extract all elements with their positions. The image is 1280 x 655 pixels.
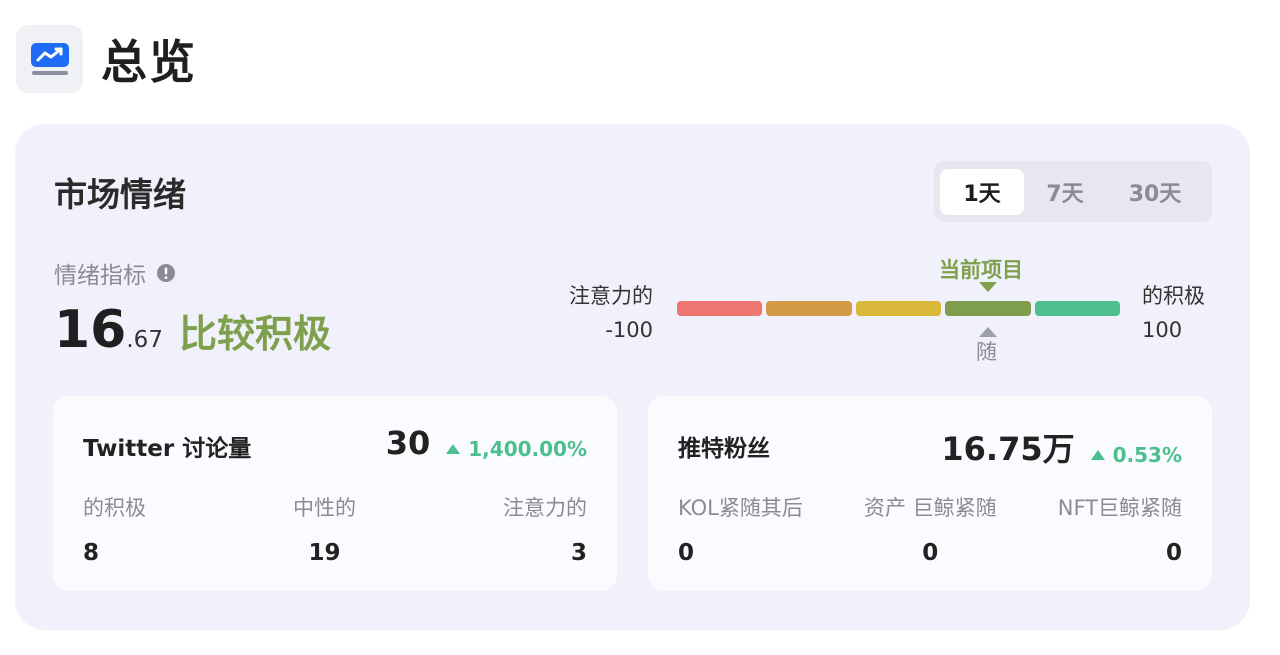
gauge-max-text: 的积极 — [1142, 284, 1205, 308]
page-title: 总览 — [101, 35, 197, 89]
sentiment-value-decimal: .67 — [126, 327, 163, 353]
stat-label: NFT巨鲸紧随 — [1057, 496, 1182, 520]
stat-label: 注意力的 — [503, 496, 587, 520]
gauge-min-text: 注意力的 — [569, 284, 653, 308]
gauge-segment-3 — [855, 301, 942, 316]
panel-title: 市场情绪 — [54, 175, 186, 214]
sentiment-indicator-label: 情绪指标 — [54, 256, 176, 290]
time-range-tabs: 1天 7天 30天 — [934, 161, 1212, 222]
stat-label: 资产 巨鲸紧随 — [863, 496, 997, 520]
tab-7-days[interactable]: 7天 — [1024, 169, 1106, 215]
stat-value: 19 — [308, 540, 341, 566]
stat-nft-whale-following: NFT巨鲸紧随 0 — [1058, 492, 1182, 566]
twitter-followers-card: 推特粉丝 16.75万 0.53% KOL紧随其后 0 资产 巨鲸紧随 0 NF… — [648, 396, 1212, 591]
gauge-current-label: 当前项目 — [939, 258, 1023, 282]
gauge-follow-label: 随 — [976, 340, 997, 364]
card-title: 推特粉丝 — [678, 436, 770, 462]
metric-value: 16.75万 — [941, 430, 1075, 468]
stat-asset-whale-following: 资产 巨鲸紧随 0 — [864, 492, 997, 566]
card-stats: KOL紧随其后 0 资产 巨鲸紧随 0 NFT巨鲸紧随 0 — [678, 492, 1182, 566]
stat-value: 0 — [922, 540, 939, 566]
gauge-min-value: -100 — [605, 318, 653, 342]
arrow-up-icon — [1090, 450, 1105, 460]
gauge-segment-5 — [1034, 301, 1121, 316]
sentiment-level-text: 比较积极 — [178, 312, 331, 356]
metric-change-text: 0.53% — [1112, 443, 1182, 467]
tab-30-days[interactable]: 30天 — [1106, 169, 1204, 215]
stat-value: 8 — [83, 540, 100, 566]
gauge-min-label: 注意力的 -100 — [553, 279, 653, 347]
info-icon[interactable] — [156, 263, 176, 283]
indicator-label-text: 情绪指标 — [54, 263, 146, 289]
stat-negative: 注意力的 3 — [503, 492, 587, 566]
metric-change-text: 1,400.00% — [468, 437, 587, 461]
card-title: Twitter 讨论量 — [83, 436, 252, 462]
card-stats: 的积极 8 中性的 19 注意力的 3 — [83, 492, 587, 566]
stat-value: 0 — [678, 540, 695, 566]
stat-value: 3 — [570, 540, 587, 566]
chart-line-icon — [16, 25, 83, 93]
stat-kol-following: KOL紧随其后 0 — [678, 492, 803, 566]
arrow-up-icon — [446, 444, 461, 454]
metric-value: 30 — [385, 424, 431, 462]
stat-neutral: 中性的 19 — [293, 492, 356, 566]
twitter-discussion-card: Twitter 讨论量 30 1,400.00% 的积极 8 中性的 19 注意… — [53, 396, 617, 591]
page-header: 总览 — [16, 25, 197, 93]
gauge-segment-2 — [766, 301, 852, 316]
stat-value: 0 — [1165, 540, 1182, 566]
card-metric: 16.75万 0.53% — [941, 424, 1182, 470]
metric-change: 1,400.00% — [446, 437, 587, 461]
stat-label: KOL紧随其后 — [678, 496, 803, 520]
stat-label: 中性的 — [293, 496, 356, 520]
card-metric: 30 1,400.00% — [386, 424, 587, 462]
sentiment-value-integer: 16 — [54, 300, 127, 360]
gauge-segment-4 — [945, 301, 1031, 316]
market-sentiment-panel: 市场情绪 1天 7天 30天 情绪指标 16 .67 比较积极 注意力的 -10… — [15, 124, 1250, 630]
sentiment-value: 16 .67 比较积极 — [54, 300, 331, 360]
metric-change: 0.53% — [1090, 443, 1182, 467]
sentiment-gauge-bar — [677, 301, 1121, 316]
gauge-segment-1 — [677, 301, 763, 316]
gauge-max-value: 100 — [1142, 318, 1183, 342]
current-marker-icon — [979, 282, 997, 292]
tab-1-day[interactable]: 1天 — [940, 168, 1024, 215]
stat-positive: 的积极 8 — [83, 492, 146, 566]
stat-label: 的积极 — [83, 496, 146, 520]
gauge-max-label: 的积极 100 — [1142, 279, 1205, 347]
